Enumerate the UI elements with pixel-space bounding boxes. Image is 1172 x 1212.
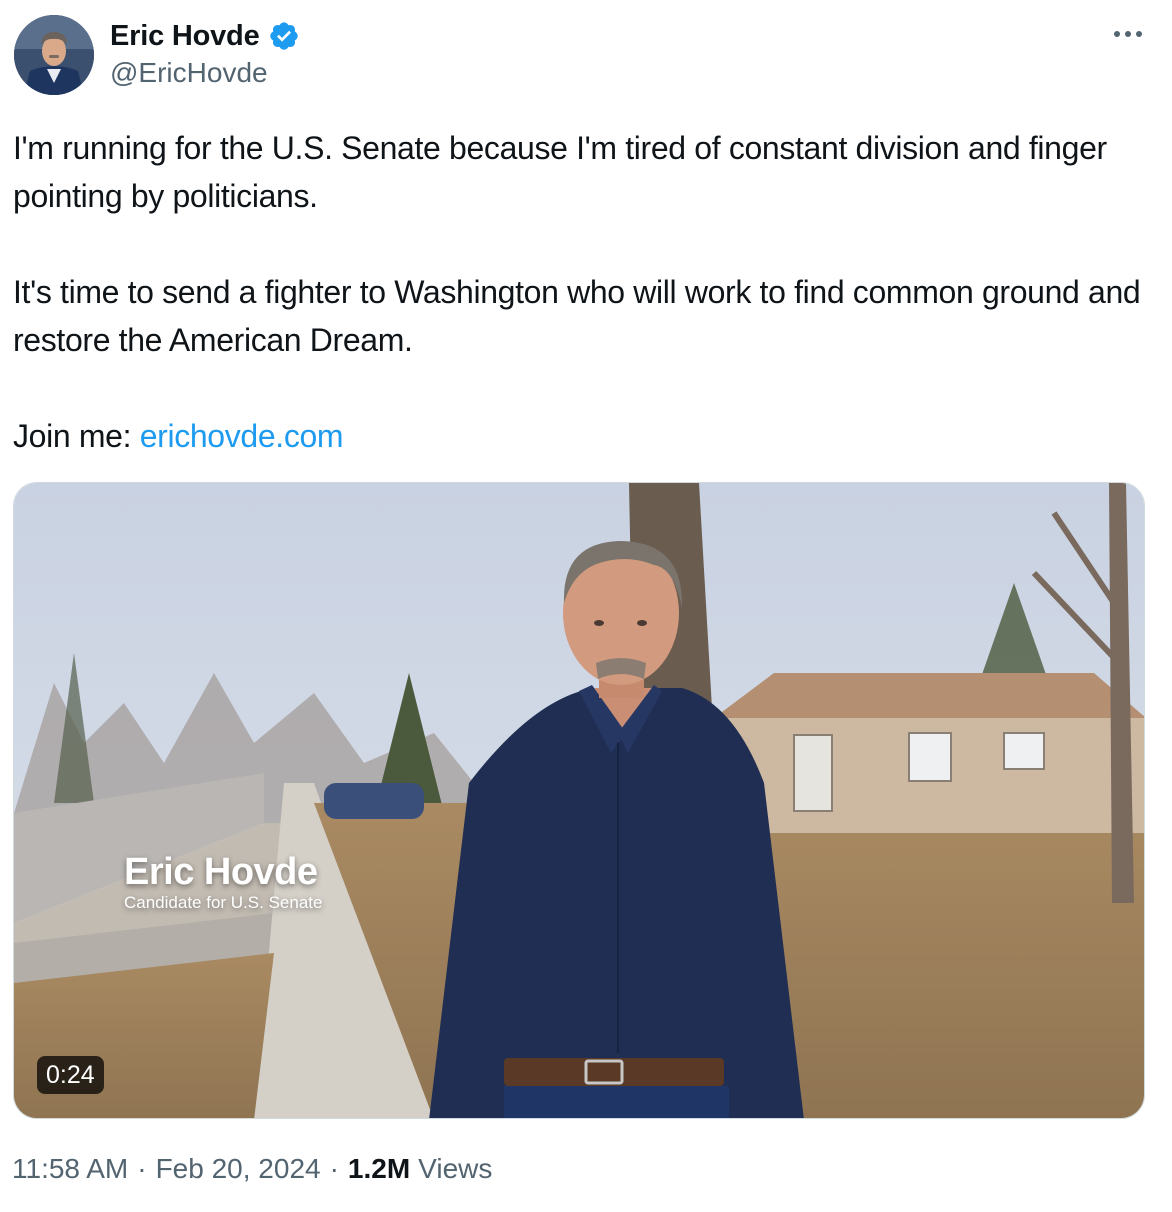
verified-badge-icon[interactable]	[268, 20, 300, 52]
more-options-button[interactable]	[1108, 20, 1148, 48]
tweet-card: Eric Hovde @EricHovde I'm running for th…	[0, 0, 1172, 1212]
avatar[interactable]	[14, 15, 94, 95]
avatar-photo	[14, 15, 94, 95]
views-label: Views	[418, 1153, 493, 1184]
author-handle[interactable]: @EricHovde	[110, 57, 268, 89]
tweet-paragraph-1: I'm running for the U.S. Senate because …	[13, 130, 1107, 214]
author-display-name[interactable]: Eric Hovde	[110, 20, 260, 53]
meta-separator: ·	[137, 1153, 147, 1184]
video-player[interactable]: Eric Hovde Candidate for U.S. Senate 0:2…	[13, 482, 1145, 1119]
tweet-text: I'm running for the U.S. Senate because …	[13, 124, 1153, 460]
views-count[interactable]: 1.2M	[348, 1153, 410, 1185]
tweet-date[interactable]: Feb 20, 2024	[156, 1153, 321, 1185]
tweet-paragraph-2: It's time to send a fighter to Washingto…	[13, 274, 1141, 358]
author-name-row: Eric Hovde	[110, 17, 300, 55]
meta-separator: ·	[329, 1153, 339, 1184]
join-prefix: Join me:	[13, 418, 140, 454]
tweet-meta: 11:58 AM · Feb 20, 2024 · 1.2M Views	[12, 1153, 492, 1185]
overlay-name: Eric Hovde	[124, 851, 318, 893]
video-thumbnail	[14, 483, 1144, 1118]
video-lower-third: Eric Hovde Candidate for U.S. Senate	[124, 851, 322, 913]
tweet-join-line: Join me: erichovde.com	[13, 412, 1153, 460]
tweet-time[interactable]: 11:58 AM	[12, 1153, 128, 1185]
video-duration-badge: 0:24	[37, 1056, 104, 1094]
more-horizontal-icon	[1114, 31, 1142, 37]
website-link[interactable]: erichovde.com	[140, 418, 344, 454]
overlay-title: Candidate for U.S. Senate	[124, 893, 323, 912]
